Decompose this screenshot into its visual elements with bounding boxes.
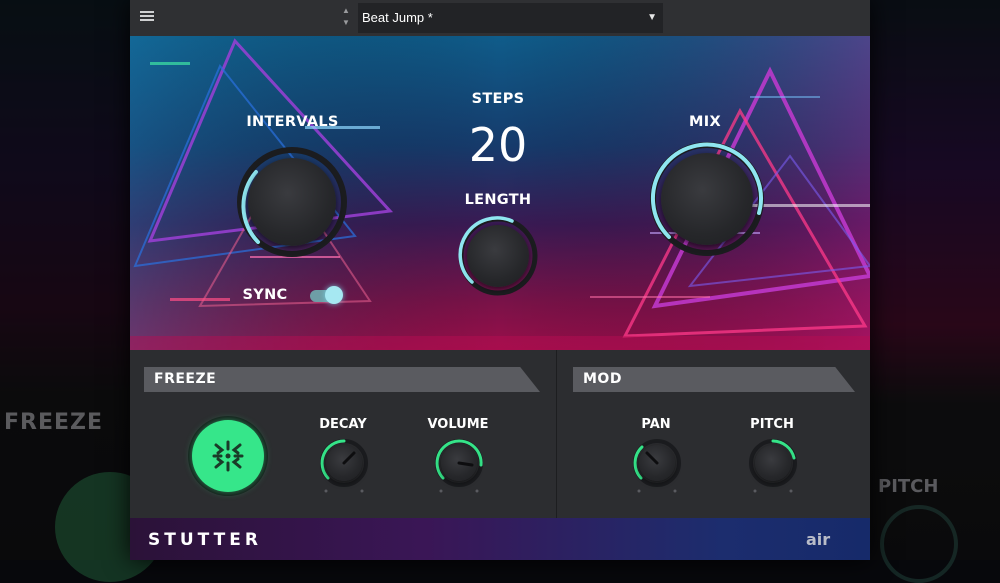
steps-value[interactable]: 20 (448, 118, 548, 172)
pitch-knob-face (755, 445, 791, 481)
plugin-title: STUTTER (148, 530, 262, 550)
mod-section-header: MOD (573, 367, 855, 392)
intervals-label: INTERVALS (246, 114, 339, 130)
preset-arrows: ▲ ▼ (340, 5, 352, 33)
intervals-knob[interactable] (236, 146, 348, 258)
decay-knob[interactable] (319, 438, 369, 488)
freeze-button-face (192, 420, 264, 492)
air-logo: air (806, 530, 830, 548)
sync-toggle-thumb (325, 286, 343, 304)
background-pitch-knob (880, 505, 958, 583)
arrow-down-icon[interactable]: ▼ (340, 17, 352, 29)
freeze-section-header: FREEZE (144, 367, 540, 392)
freeze-icon (212, 440, 244, 472)
background-pitch-label: PITCH (878, 476, 939, 497)
stutter-plugin-window: ▲ ▼ Beat Jump * ▼ INTERVALS STEPS 20 LEN… (130, 0, 870, 560)
volume-label: VOLUME (427, 417, 489, 432)
volume-knob-pointer (457, 461, 474, 467)
sync-toggle[interactable] (310, 286, 343, 304)
pan-knob[interactable] (632, 438, 682, 488)
pan-label: PAN (641, 417, 671, 432)
pan-knob-pointer (645, 451, 659, 465)
mix-label: MIX (689, 114, 721, 130)
panel-divider (556, 350, 557, 518)
length-knob-face (467, 225, 529, 287)
volume-knob[interactable] (434, 438, 484, 488)
length-label: LENGTH (464, 192, 532, 208)
hamburger-icon[interactable] (140, 9, 154, 23)
freeze-button[interactable] (188, 416, 268, 496)
main-controls-panel: INTERVALS STEPS 20 LENGTH MIX SYNC (130, 36, 870, 350)
footer-bar: STUTTER air (130, 518, 870, 560)
mix-knob[interactable] (649, 141, 765, 257)
bottom-panels: FREEZE MOD DECAY VOLUME PAN PITCH (130, 350, 870, 518)
sync-label: SYNC (242, 287, 288, 303)
svg-text:air: air (806, 530, 830, 548)
steps-label: STEPS (471, 91, 525, 107)
length-knob[interactable] (458, 216, 538, 296)
intervals-knob-face (248, 158, 336, 246)
background-freeze-label: FREEZE (4, 410, 104, 435)
decay-knob-pointer (342, 451, 356, 465)
pitch-label: PITCH (750, 417, 794, 432)
caret-down-icon: ▼ (647, 12, 657, 23)
top-bar: ▲ ▼ Beat Jump * ▼ (130, 0, 870, 36)
arrow-up-icon[interactable]: ▲ (340, 5, 352, 17)
decay-label: DECAY (319, 417, 367, 432)
preset-name: Beat Jump * (362, 10, 433, 25)
pitch-knob[interactable] (748, 438, 798, 488)
mix-knob-face (661, 153, 753, 245)
preset-dropdown[interactable]: Beat Jump * ▼ (358, 3, 663, 33)
